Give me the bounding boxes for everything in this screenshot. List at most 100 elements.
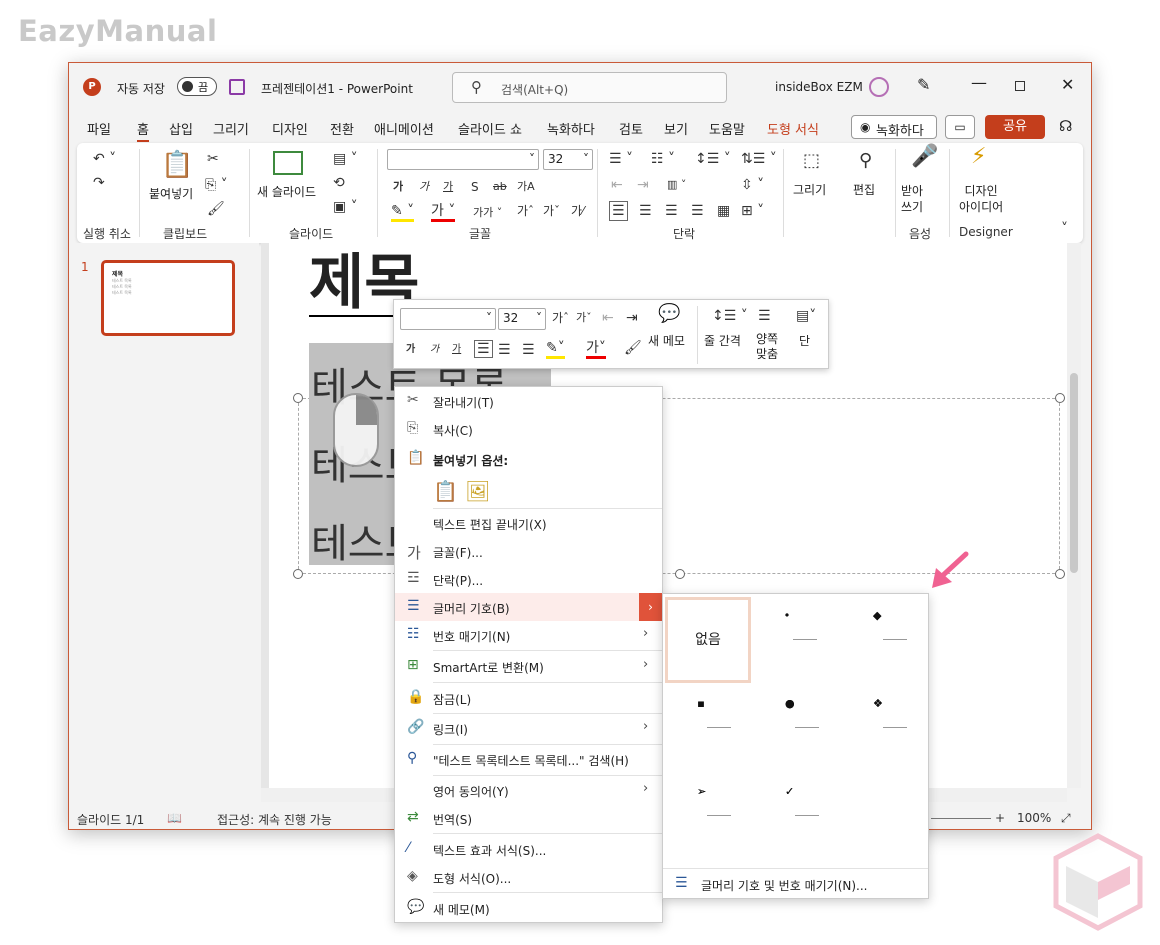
menu-item-smartart[interactable]: ⊞ SmartArt로 변환(M) › bbox=[395, 652, 662, 680]
paste-picture-icon[interactable]: 🖼 bbox=[465, 479, 490, 503]
bullets-icon[interactable]: ☰ ˅ bbox=[609, 151, 633, 167]
resize-handle[interactable] bbox=[1055, 569, 1065, 579]
font-color-icon[interactable]: 가 ˅ bbox=[431, 203, 456, 222]
draw-label[interactable]: 그리기 bbox=[793, 181, 826, 198]
mini-shrink-font-icon[interactable]: 가ˇ bbox=[576, 310, 592, 326]
menu-item-exit-edit[interactable]: 텍스트 편집 끝내기(X) bbox=[395, 509, 662, 537]
resize-handle[interactable] bbox=[293, 393, 303, 403]
spacing-button[interactable]: 가A bbox=[517, 179, 535, 195]
edit-search-icon[interactable]: ⚲ bbox=[859, 152, 872, 170]
tab-file[interactable]: 파일 bbox=[87, 119, 111, 138]
paste-keep-icon[interactable]: 📋 bbox=[433, 479, 458, 503]
designer-icon[interactable]: ⚡ bbox=[971, 146, 986, 168]
tab-record[interactable]: 녹화하다 bbox=[547, 119, 595, 138]
new-memo-label[interactable]: 새 메모 bbox=[648, 332, 685, 349]
mini-justify-icon[interactable]: ☰ bbox=[758, 308, 771, 324]
align-right-icon[interactable]: ☰ bbox=[665, 203, 678, 219]
format-painter-icon[interactable]: 🖌 bbox=[207, 201, 225, 217]
mini-grow-font-icon[interactable]: 가ˆ bbox=[552, 310, 569, 326]
mini-font-color-icon[interactable]: 가˅ bbox=[586, 340, 606, 359]
tab-slideshow[interactable]: 슬라이드 쇼 bbox=[458, 119, 522, 138]
numbering-icon[interactable]: ☷ ˅ bbox=[651, 151, 675, 167]
save-icon[interactable] bbox=[229, 79, 245, 95]
zoom-in-icon[interactable]: + bbox=[995, 811, 1005, 825]
close-button[interactable]: ✕ bbox=[1061, 75, 1074, 94]
resize-handle[interactable] bbox=[293, 569, 303, 579]
tab-design[interactable]: 디자인 bbox=[272, 119, 308, 138]
menu-item-search[interactable]: ⚲ "테스트 목록테스트 목록테..." 검색(H) bbox=[395, 745, 662, 773]
bold-button[interactable]: 가 bbox=[393, 179, 403, 195]
tab-view[interactable]: 보기 bbox=[664, 119, 688, 138]
vertical-scrollbar[interactable] bbox=[1067, 243, 1081, 788]
microphone-icon[interactable]: 🎤 bbox=[911, 146, 938, 168]
mini-underline-button[interactable]: 가 bbox=[452, 342, 461, 358]
font-size-select[interactable]: 32 ˅ bbox=[543, 149, 593, 170]
mini-line-spacing-icon[interactable]: ↕☰ ˅ bbox=[712, 308, 748, 324]
zoom-slider[interactable] bbox=[931, 818, 991, 819]
menu-item-translate[interactable]: ⇄ 번역(S) bbox=[395, 804, 662, 832]
bullet-none-option[interactable]: 없음 bbox=[665, 597, 751, 683]
change-case-icon[interactable]: 가가 ˅ bbox=[473, 205, 502, 221]
tab-shape-format[interactable]: 도형 서식 bbox=[767, 119, 819, 138]
redo-icon[interactable]: ↷ bbox=[93, 175, 105, 191]
mini-columns-icon[interactable]: ▤˅ bbox=[796, 308, 816, 324]
smartart-icon[interactable]: ⊞ ˅ bbox=[741, 203, 764, 219]
menu-item-font[interactable]: 가 글꼴(F)... bbox=[395, 537, 662, 565]
edit-label[interactable]: 편집 bbox=[853, 181, 875, 198]
tab-help[interactable]: 도움말 bbox=[709, 119, 745, 138]
mini-italic-button[interactable]: 가 bbox=[430, 342, 439, 358]
tab-draw[interactable]: 그리기 bbox=[213, 119, 249, 138]
mini-align-left-icon[interactable]: ☰ bbox=[474, 340, 493, 358]
menu-item-paragraph[interactable]: ☲ 단락(P)... bbox=[395, 565, 662, 593]
slide-thumbnail[interactable]: 제목 테스트 목록 테스트 목록 테스트 목록 bbox=[101, 260, 235, 336]
resize-handle[interactable] bbox=[675, 569, 685, 579]
mini-increase-indent-icon[interactable]: ⇥ bbox=[626, 310, 638, 326]
shadow-button[interactable]: S bbox=[471, 179, 479, 195]
menu-item-link[interactable]: 🔗 링크(I) › bbox=[395, 714, 662, 742]
coauthor-icon[interactable]: ☊ bbox=[1059, 117, 1072, 135]
increase-indent-icon[interactable]: ⇥ bbox=[637, 177, 649, 193]
menu-item-new-memo[interactable]: 💬 새 메모(M) bbox=[395, 894, 662, 922]
highlight-color-icon[interactable]: ✎ ˅ bbox=[391, 203, 415, 222]
strike-button[interactable]: ab bbox=[493, 179, 507, 195]
mini-align-center-icon[interactable]: ☰ bbox=[498, 342, 511, 358]
justify-icon[interactable]: ☰ bbox=[691, 203, 704, 219]
align-text-icon[interactable]: ⇳ ˅ bbox=[741, 177, 764, 193]
menu-item-copy[interactable]: ⎘ 복사(C) bbox=[395, 415, 662, 443]
comments-button[interactable]: ▭ bbox=[945, 115, 975, 139]
pen-icon[interactable]: ✎ bbox=[917, 75, 930, 94]
tab-animations[interactable]: 애니메이션 bbox=[374, 119, 434, 138]
mini-decrease-indent-icon[interactable]: ⇤ bbox=[602, 310, 614, 326]
new-memo-icon[interactable]: 💬 bbox=[658, 305, 680, 323]
dictate-label[interactable]: 받아 쓰기 bbox=[901, 183, 923, 215]
submenu-open-arrow[interactable]: › bbox=[639, 593, 662, 621]
minimize-button[interactable]: — bbox=[971, 73, 987, 92]
underline-button[interactable]: 가 bbox=[443, 179, 453, 195]
clear-format-icon[interactable]: 가⁄ bbox=[571, 203, 584, 219]
tab-home[interactable]: 홈 bbox=[137, 119, 149, 142]
account-name[interactable]: insideBox EZM bbox=[775, 80, 863, 94]
columns-label[interactable]: 단 bbox=[799, 332, 810, 349]
shrink-font-icon[interactable]: 가ˇ bbox=[543, 203, 560, 219]
menu-item-synonyms[interactable]: 영어 동의어(Y) › bbox=[395, 776, 662, 804]
align-center-icon[interactable]: ☰ bbox=[639, 203, 652, 219]
tab-review[interactable]: 검토 bbox=[619, 119, 643, 138]
tab-insert[interactable]: 삽입 bbox=[169, 119, 193, 138]
cut-icon[interactable]: ✂ bbox=[207, 151, 219, 167]
new-slide-label[interactable]: 새 슬라이드 bbox=[257, 183, 316, 200]
text-direction-icon[interactable]: ⇅☰ ˅ bbox=[741, 151, 777, 167]
menu-item-lock[interactable]: 🔒 잠금(L) bbox=[395, 684, 662, 712]
designer-label[interactable]: 디자인 아이디어 bbox=[959, 183, 1003, 215]
fit-slide-icon[interactable]: ⤢ bbox=[1061, 811, 1071, 826]
tab-transitions[interactable]: 전환 bbox=[330, 119, 354, 138]
spellcheck-icon[interactable]: 📖 bbox=[167, 811, 182, 825]
menu-item-numbering[interactable]: ☷ 번호 매기기(N) › bbox=[395, 621, 662, 649]
collapse-ribbon-icon[interactable]: ˅ bbox=[1061, 221, 1068, 237]
copy-icon[interactable]: ⎘ ˅ bbox=[205, 177, 228, 193]
mini-format-painter-icon[interactable]: 🖌 bbox=[624, 340, 642, 356]
account-avatar[interactable] bbox=[869, 77, 889, 97]
share-button[interactable]: 공유 bbox=[985, 115, 1045, 139]
line-spacing-icon[interactable]: ↕☰ ˅ bbox=[695, 151, 731, 167]
mini-font-size[interactable]: 32 ˅ bbox=[498, 308, 546, 330]
menu-item-shape-format[interactable]: ◈ 도형 서식(O)... bbox=[395, 863, 662, 891]
